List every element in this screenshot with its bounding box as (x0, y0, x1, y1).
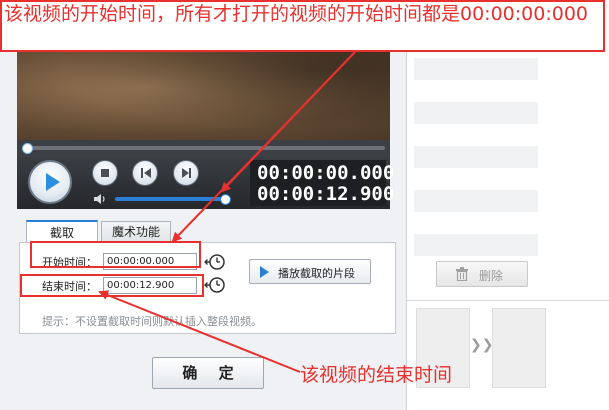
list-row (414, 80, 538, 102)
time-display: 00:00:00.000 00:00:12.900 (250, 160, 394, 206)
clock-icon (204, 277, 225, 293)
list-row (414, 234, 538, 256)
previous-frame-button[interactable] (132, 160, 158, 186)
clock-icon (204, 254, 225, 270)
tab-magic[interactable]: 魔术功能 (101, 221, 171, 243)
list-row (414, 58, 538, 80)
video-preview (17, 52, 390, 140)
play-segment-button[interactable]: 播放截取的片段 (249, 259, 371, 284)
volume-handle[interactable] (220, 194, 231, 205)
divider (396, 300, 609, 301)
hint-text: 提示：不设置截取时间则默认插入整段视频。 (42, 315, 262, 328)
trash-icon (456, 267, 468, 281)
volume-slider[interactable] (115, 197, 225, 201)
seek-handle[interactable] (22, 143, 33, 154)
current-time: 00:00:00.000 (257, 162, 395, 184)
stop-icon (101, 169, 109, 177)
list-row (414, 168, 538, 190)
set-start-clock-button[interactable] (204, 253, 226, 271)
play-segment-label: 播放截取的片段 (278, 267, 355, 280)
volume-icon[interactable] (93, 193, 107, 205)
double-chevron-icon: ❯❯ (470, 337, 494, 353)
seek-track[interactable] (25, 146, 385, 150)
annotation-bottom-text: 该视频的结束时间 (300, 364, 453, 386)
set-end-clock-button[interactable] (204, 276, 226, 294)
play-button[interactable] (28, 160, 72, 204)
ok-button[interactable]: 确 定 (152, 357, 264, 389)
list-row (414, 124, 538, 146)
delete-label: 删除 (479, 269, 504, 283)
total-time: 00:00:12.900 (257, 183, 395, 205)
delete-button[interactable]: 删除 (436, 261, 528, 287)
clip-thumbnail[interactable] (492, 308, 546, 388)
play-icon (260, 266, 269, 278)
annotation-end-box (20, 274, 204, 297)
annotation-start-box (30, 241, 201, 268)
tab-cut[interactable]: 截取 (26, 220, 98, 243)
list-row (414, 190, 538, 212)
stop-button[interactable] (92, 160, 118, 186)
play-icon (46, 173, 60, 191)
list-row (414, 102, 538, 124)
list-row (414, 146, 538, 168)
annotation-top-text: 该视频的开始时间，所有才打开的视频的开始时间都是00:00:00:000 (4, 3, 589, 25)
next-frame-button[interactable] (173, 160, 199, 186)
list-row (414, 212, 538, 234)
